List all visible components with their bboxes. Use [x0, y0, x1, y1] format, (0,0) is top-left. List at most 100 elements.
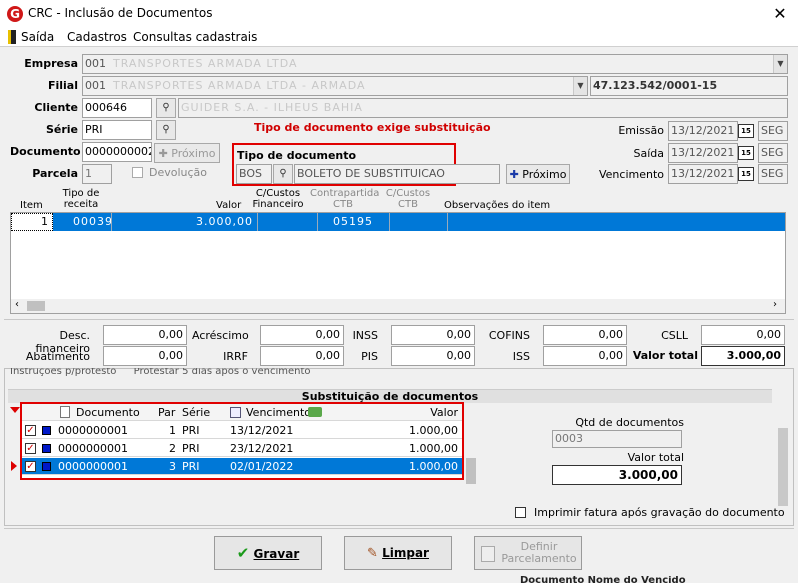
parcela-input[interactable]: 1 [82, 164, 112, 184]
iss-label: ISS [512, 350, 530, 363]
abatimento-input[interactable]: 0,00 [103, 346, 187, 366]
broom-icon: ✎ [367, 546, 378, 561]
parcela-label: Parcela [32, 167, 78, 180]
col-valor: Valor [216, 200, 242, 211]
calendar-icon[interactable]: 15 [738, 167, 754, 181]
calendar-icon[interactable]: 15 [738, 124, 754, 138]
limpar-label: Limpar [382, 546, 429, 560]
menu-consultas[interactable]: Consultas cadastrais [133, 30, 257, 44]
csll-input[interactable]: 0,00 [701, 325, 785, 345]
cliente-name-field: GUIDER S.A. - ILHEUS BAHIA [178, 98, 788, 118]
grid-divider [389, 213, 390, 231]
serie-input[interactable]: PRI [82, 120, 152, 140]
pis-input[interactable]: 0,00 [391, 346, 475, 366]
definir-parcelamento-button[interactable]: Definir Parcelamento [474, 536, 582, 570]
close-icon[interactable]: ✕ [768, 3, 792, 25]
col-item: Item [20, 200, 43, 211]
instrucoes-value: Protestar 5 dias após o vencimento [133, 368, 311, 377]
chevron-down-icon[interactable]: ▼ [773, 55, 787, 73]
vertical-scrollbar[interactable] [776, 370, 790, 522]
valor-total-label: Valor total [632, 349, 698, 362]
proximo-label: Próximo [171, 147, 216, 160]
inss-input[interactable]: 0,00 [391, 325, 475, 345]
irrf-input[interactable]: 0,00 [260, 346, 344, 366]
irrf-label: IRRF [223, 350, 248, 363]
title-bar: G CRC - Inclusão de Documentos ✕ [0, 0, 798, 28]
exit-door-icon [8, 30, 16, 44]
imprimir-checkbox[interactable] [515, 507, 526, 518]
imprimir-label: Imprimir fatura após gravação do documen… [534, 506, 785, 519]
iss-input[interactable]: 0,00 [543, 346, 627, 366]
instrucoes-label: Instruções p/protesto [10, 368, 117, 377]
substituicao-highlight [20, 402, 464, 480]
chevron-down-icon[interactable]: ▼ [573, 77, 587, 95]
proximo-label: Próximo [522, 168, 567, 181]
documento-label: Documento [10, 145, 81, 158]
vencimento-label: Vencimento [598, 168, 664, 181]
devolucao-label: Devolução [149, 166, 208, 179]
tipo-code-field[interactable]: BOS [236, 164, 272, 184]
scroll-thumb[interactable] [778, 428, 788, 506]
csll-label: CSLL [661, 329, 688, 342]
binoculars-icon[interactable]: ⚲ [156, 98, 176, 118]
check-icon: ✔ [236, 544, 250, 562]
col-tipo-receita: Tipo de receita [62, 188, 100, 210]
grid-divider [447, 213, 448, 231]
desc-fin-input[interactable]: 0,00 [103, 325, 187, 345]
tipo-name-field: BOLETO DE SUBSTITUICAO [294, 164, 500, 184]
empresa-name: TRANSPORTES ARMADA LTDA [113, 57, 298, 70]
qtd-label: Qtd de documentos [575, 416, 684, 429]
scroll-thumb[interactable] [466, 458, 476, 484]
empresa-label: Empresa [24, 57, 78, 70]
emissao-field[interactable]: 13/12/2021 [668, 121, 738, 141]
window-title: CRC - Inclusão de Documentos [28, 6, 213, 20]
cell-tipo: 00039 [73, 215, 113, 228]
items-grid[interactable]: 1 00039 3.000,00 05195 ‹ › [10, 212, 786, 314]
col-ccusto-fin: C/Custos Financeiro [252, 188, 304, 210]
vertical-scrollbar[interactable] [464, 404, 478, 522]
calendar-icon[interactable]: 15 [738, 146, 754, 160]
tipo-documento-label: Tipo de documento [237, 149, 357, 162]
acrescimo-input[interactable]: 0,00 [260, 325, 344, 345]
emissao-label: Emissão [618, 124, 664, 137]
vencimento-weekday: SEG [758, 164, 788, 184]
binoculars-icon[interactable]: ⚲ [273, 164, 293, 184]
devolucao-checkbox[interactable] [132, 167, 143, 178]
sort-arrow-icon [10, 407, 20, 413]
menu-cadastros[interactable]: Cadastros [67, 30, 127, 44]
menu-saida[interactable]: Saída [21, 30, 54, 44]
proximo-button[interactable]: ✚ Próximo [506, 164, 570, 184]
table-row[interactable]: 1 00039 3.000,00 05195 [11, 213, 785, 231]
saida-weekday: SEG [758, 143, 788, 163]
cliente-label: Cliente [34, 101, 78, 114]
empresa-select[interactable]: 001 TRANSPORTES ARMADA LTDA [82, 54, 788, 74]
binoculars-icon[interactable]: ⚲ [156, 120, 176, 140]
horizontal-scrollbar[interactable]: ‹ › [11, 299, 785, 313]
scroll-right-icon[interactable]: › [773, 299, 777, 310]
emissao-weekday: SEG [758, 121, 788, 141]
documento-input[interactable]: 0000000002 [82, 142, 152, 162]
document-stack-icon [481, 546, 495, 562]
filial-name: TRANSPORTES ARMADA LTDA - ARMADA [113, 79, 366, 92]
acrescimo-label: Acréscimo [192, 329, 249, 342]
footer-cut-text: Documento Nome do Vencido [520, 576, 686, 583]
vt-label: Valor total [627, 451, 684, 464]
saida-field[interactable]: 13/12/2021 [668, 143, 738, 163]
cofins-input[interactable]: 0,00 [543, 325, 627, 345]
divider [4, 319, 794, 320]
scroll-thumb[interactable] [27, 301, 45, 311]
substituicao-title: Substituição de documentos [8, 389, 772, 403]
substitution-warning: Tipo de documento exige substituição [254, 121, 491, 134]
limpar-button[interactable]: ✎ Limpar [344, 536, 452, 570]
saida-label: Saída [633, 147, 664, 160]
empresa-code: 001 [85, 57, 106, 70]
filial-select[interactable]: 001 TRANSPORTES ARMADA LTDA - ARMADA [82, 76, 588, 96]
grid-divider [111, 213, 112, 231]
filial-label: Filial [47, 79, 78, 92]
proximo-button-disabled[interactable]: ✚ Próximo [154, 143, 220, 163]
cliente-code-input[interactable]: 000646 [82, 98, 152, 118]
cofins-label: COFINS [488, 329, 530, 342]
scroll-left-icon[interactable]: ‹ [15, 299, 19, 310]
gravar-button[interactable]: ✔ Gravar [214, 536, 322, 570]
vencimento-field[interactable]: 13/12/2021 [668, 164, 738, 184]
